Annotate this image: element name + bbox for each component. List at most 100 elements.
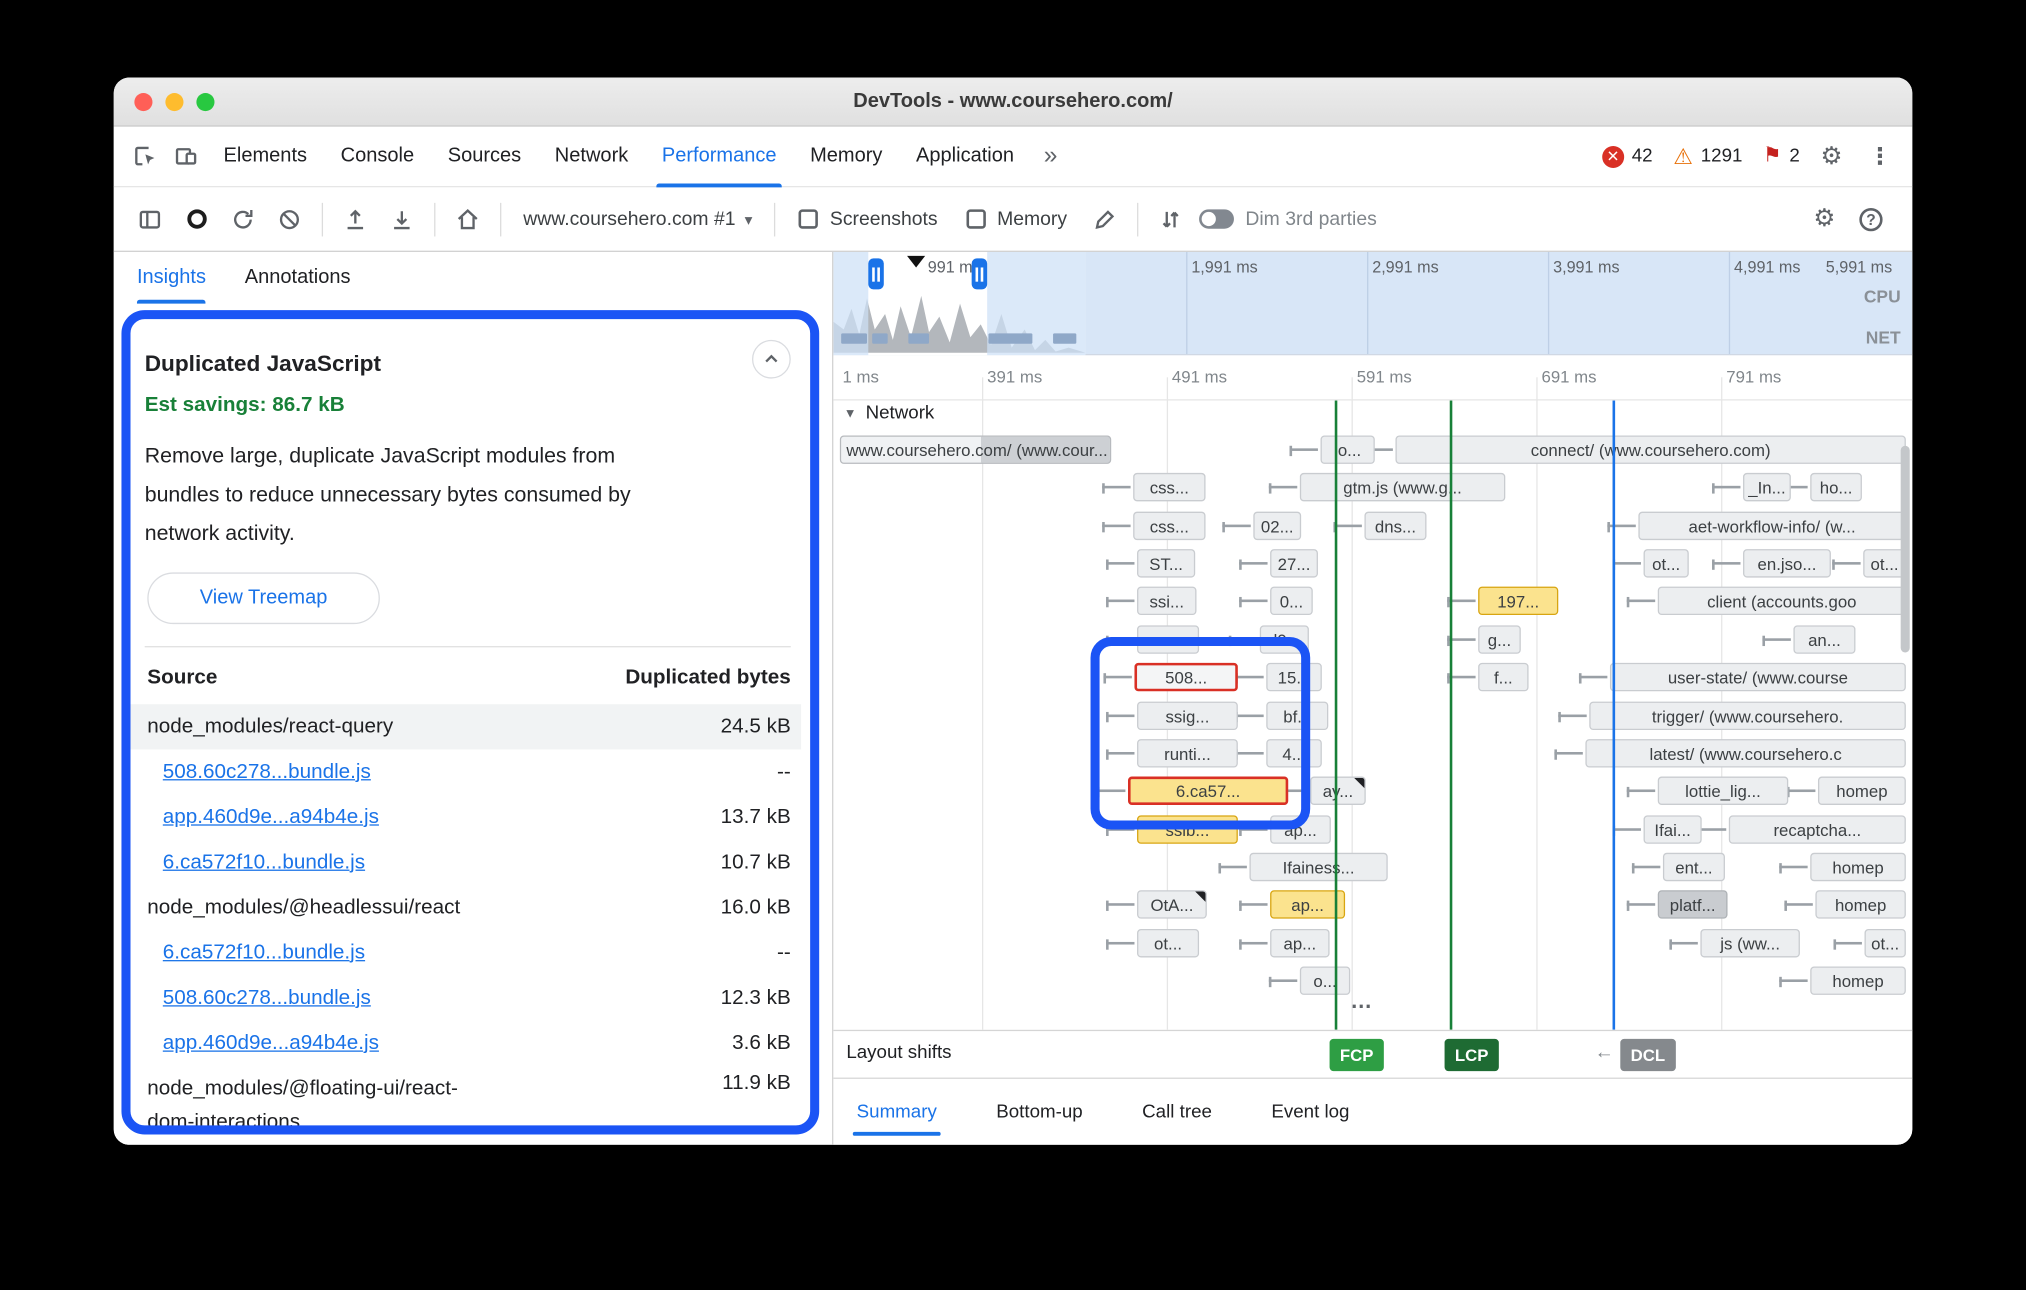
network-request-bar[interactable]: ent... [1663, 853, 1725, 881]
network-request-bar[interactable]: ot... [1863, 549, 1906, 577]
network-request-bar[interactable]: 197... [1478, 587, 1558, 615]
toggle-sidebar-icon[interactable] [127, 197, 174, 241]
close-button[interactable] [134, 93, 152, 111]
network-request-bar[interactable]: ssi... [1137, 587, 1196, 615]
network-request-bar[interactable]: aet-workflow-info/ (w... [1638, 512, 1905, 540]
network-request-bar[interactable]: 6.ca57... [1128, 777, 1288, 805]
reload-record-icon[interactable] [220, 197, 267, 241]
bottom-tab-event-log[interactable]: Event log [1271, 1079, 1349, 1145]
network-request-bar[interactable]: connect/ (www.coursehero.com) [1395, 435, 1905, 463]
network-request-bar[interactable]: d9... [1260, 625, 1309, 653]
network-request-bar[interactable]: ot... [1865, 929, 1906, 957]
network-request-bar[interactable]: Ifainess... [1249, 853, 1387, 881]
network-request-bar[interactable]: ap... [1270, 929, 1329, 957]
bottom-tab-summary[interactable]: Summary [857, 1079, 937, 1145]
network-request-bar[interactable]: runti... [1137, 739, 1238, 767]
selection-handle-left[interactable] [868, 258, 884, 289]
memory-checkbox[interactable]: Memory [952, 208, 1081, 230]
network-request-bar[interactable]: bf... [1266, 702, 1328, 730]
network-request-bar[interactable]: en.jso... [1743, 549, 1831, 577]
network-request-bar[interactable]: 15... [1266, 663, 1322, 691]
tab-insights[interactable]: Insights [137, 252, 206, 304]
tab-sources[interactable]: Sources [431, 126, 538, 187]
network-request-bar[interactable]: homep [1815, 890, 1905, 918]
network-request-bar[interactable]: o... [1300, 966, 1350, 994]
settings-gear-icon[interactable]: ⚙ [1821, 144, 1843, 169]
network-request-bar[interactable]: dns... [1364, 512, 1426, 540]
collapse-insight-button[interactable] [752, 340, 791, 379]
more-tabs-button[interactable]: » [1031, 142, 1071, 170]
network-request-bar[interactable]: latest/ (www.coursehero.c [1585, 739, 1905, 767]
network-request-bar[interactable]: Ifai... [1644, 815, 1702, 843]
network-request-bar[interactable]: www.coursehero.com/ (www.cour... [840, 435, 1111, 463]
device-toolbar-icon[interactable] [165, 136, 206, 177]
network-track-header[interactable]: ▼ Network [844, 403, 935, 424]
source-file-link[interactable]: 6.ca572f10...bundle.js [124, 936, 365, 970]
tab-application[interactable]: Application [899, 126, 1031, 187]
screenshots-checkbox[interactable]: Screenshots [785, 208, 952, 230]
network-request-bar[interactable]: lo... [1321, 435, 1375, 463]
source-file-link[interactable]: 508.60c278...bundle.js [124, 981, 371, 1015]
network-request-bar[interactable]: 0... [1270, 587, 1313, 615]
network-request-bar[interactable]: ot... [1644, 549, 1689, 577]
network-request-bar[interactable]: an... [1793, 625, 1855, 653]
network-request-bar[interactable]: recaptcha... [1729, 815, 1906, 843]
tab-performance[interactable]: Performance [645, 126, 793, 187]
issues-badge[interactable]: ⚑ 2 [1763, 146, 1800, 167]
network-request-bar[interactable]: 508... [1134, 663, 1237, 691]
help-icon[interactable]: ? [1848, 197, 1895, 241]
network-request-bar[interactable]: OtA... [1137, 890, 1207, 918]
garbage-collect-icon[interactable] [1081, 197, 1128, 241]
network-request-bar[interactable]: 27... [1270, 549, 1318, 577]
network-request-bar[interactable]: trigger/ (www.coursehero. [1589, 702, 1906, 730]
network-request-bar[interactable]: homep [1810, 853, 1906, 881]
upload-profile-icon[interactable] [332, 197, 379, 241]
record-icon[interactable] [173, 197, 220, 241]
network-request-bar[interactable]: css... [1133, 473, 1205, 501]
network-request-bar[interactable]: _In... [1743, 473, 1791, 501]
scrollbar-thumb[interactable] [1901, 446, 1910, 653]
network-request-bar[interactable]: platf... [1658, 890, 1728, 918]
home-icon[interactable] [444, 197, 491, 241]
network-request-bar[interactable]: ssib... [1137, 815, 1238, 843]
throttling-icon[interactable] [1147, 197, 1194, 241]
network-request-bar[interactable]: ap... [1270, 815, 1331, 843]
network-request-bar[interactable]: ssig... [1137, 702, 1238, 730]
bottom-tab-call-tree[interactable]: Call tree [1142, 1079, 1212, 1145]
capture-settings-gear-icon[interactable]: ⚙ [1801, 197, 1848, 241]
selection-handle-right[interactable] [972, 258, 988, 289]
network-request-bar[interactable]: g... [1478, 625, 1521, 653]
network-request-bar[interactable]: 02... [1253, 512, 1301, 540]
tab-annotations[interactable]: Annotations [245, 252, 351, 304]
network-request-bar[interactable]: ot... [1137, 929, 1199, 957]
console-errors-badge[interactable]: ✕ 42 [1602, 145, 1653, 167]
history-dropdown[interactable]: www.coursehero.com #1 ▾ [510, 208, 765, 230]
network-request-bar[interactable]: ay... [1310, 777, 1366, 805]
network-request-bar[interactable]: ho... [1810, 473, 1862, 501]
network-request-bar[interactable]: user-state/ (www.course [1610, 663, 1906, 691]
network-request-bar[interactable]: lottie_lig... [1658, 777, 1789, 805]
zoom-button[interactable] [196, 93, 214, 111]
tab-elements[interactable]: Elements [207, 126, 324, 187]
more-options-icon[interactable]: ⋮ [1863, 143, 1897, 170]
tab-network[interactable]: Network [538, 126, 645, 187]
console-warnings-badge[interactable]: ⚠ 1291 [1673, 145, 1742, 167]
network-request-bar[interactable]: homep [1810, 966, 1906, 994]
source-file-link[interactable]: 6.ca572f10...bundle.js [124, 846, 365, 880]
network-request-bar[interactable]: css... [1133, 512, 1205, 540]
source-file-link[interactable]: 508.60c278...bundle.js [124, 755, 371, 789]
network-request-bar[interactable]: js (ww... [1700, 929, 1799, 957]
network-request-bar[interactable]: homep [1818, 777, 1906, 805]
network-request-bar[interactable]: f... [1478, 663, 1528, 691]
tab-console[interactable]: Console [324, 126, 431, 187]
network-request-bar[interactable]: client (accounts.goo [1658, 587, 1906, 615]
source-file-link[interactable]: app.460d9e...a94b4e.js [124, 800, 379, 834]
network-request-bar[interactable]: 4... [1266, 739, 1322, 767]
download-profile-icon[interactable] [379, 197, 426, 241]
minimize-button[interactable] [165, 93, 183, 111]
inspect-icon[interactable] [124, 136, 165, 177]
view-treemap-button[interactable]: View Treemap [147, 572, 380, 624]
network-request-bar[interactable]: ST... [1137, 549, 1195, 577]
source-file-link[interactable]: app.460d9e...a94b4e.js [124, 1027, 379, 1061]
network-request-bar[interactable]: co... [1137, 625, 1199, 653]
